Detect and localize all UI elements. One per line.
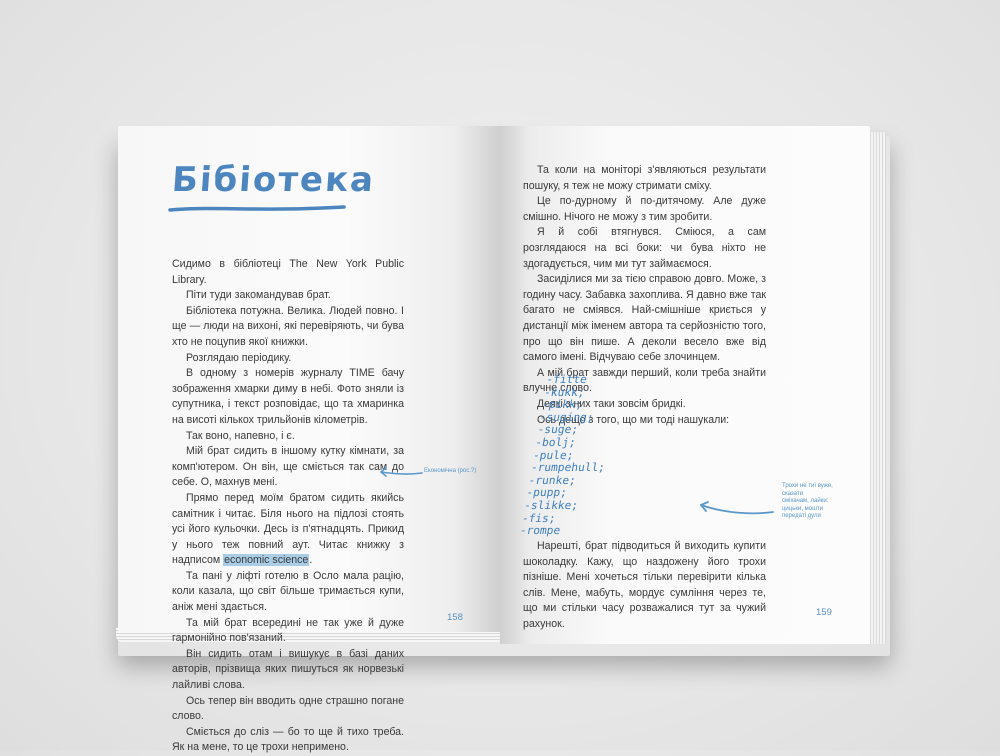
handwritten-word: -bolj; <box>534 435 577 449</box>
left-margin-note: Економічна (рос.?) <box>424 468 477 474</box>
paragraph: Бібліотека потужна. Велика. Людей повно.… <box>172 304 404 351</box>
handwritten-word: -slikke; <box>523 498 580 512</box>
paragraph: Нарешті, брат підводиться й виходить куп… <box>523 539 766 633</box>
title-underline <box>168 205 346 212</box>
paragraph: Та мій брат всередині не так уже й дуже … <box>172 616 404 647</box>
paragraph-text: Сміється до сліз — бо то ще й тихо треба… <box>172 725 404 754</box>
paragraph: Піти туди закомандував брат. <box>172 288 404 304</box>
handwritten-word: -fitte <box>545 373 589 386</box>
paragraph: Він сидить отам і вишукує в базі даних а… <box>172 647 404 694</box>
paragraph: Розглядаю періодику. <box>172 351 404 367</box>
paragraph-text: В одному з номерів журналу TIME бачу зоб… <box>172 367 404 426</box>
paragraph-text: Це по-дурному й по-дитячому. Але дуже см… <box>523 195 766 223</box>
paragraph-text: Я й собі втягнувся. Сміюся, а сам розгля… <box>523 226 766 270</box>
paragraph-text: Так воно, напевно, і є. <box>186 429 295 442</box>
arrow-left-icon <box>700 501 774 515</box>
left-page-body: Сидимо в бібліотеці The New York Public … <box>172 257 404 756</box>
paragraph-text: Мій брат сидить в іншому кутку кімнати, … <box>172 445 404 489</box>
paragraph: Так воно, напевно, і є. <box>172 429 404 445</box>
paragraph-text: Піти туди закомандував брат. <box>186 289 331 302</box>
open-book: Бібіотека Сидимо в бібліотеці The New Yo… <box>0 0 1000 753</box>
paragraph-text: Бібліотека потужна. Велика. Людей повно.… <box>172 304 404 348</box>
paragraph: Засиділися ми за тією справою довго. Мож… <box>523 272 766 366</box>
margin-note-line: Трохи не тиї вуже, сказати <box>782 483 833 497</box>
margin-note-line: передаті дули <box>782 513 821 519</box>
paragraph: Прямо перед моїм братом сидить якийсь са… <box>172 491 404 569</box>
paragraph-text: Ось тепер він вводить одне страшно поган… <box>172 694 404 723</box>
right-page-number: 159 <box>816 607 832 618</box>
paragraph: Мій брат сидить в іншому кутку кімнати, … <box>172 444 404 491</box>
paragraph-text: Та коли на моніторі з'являються результа… <box>523 164 766 192</box>
paragraph-text: Та мій брат всередині не так уже й дуже … <box>172 616 404 645</box>
arrow-left-icon <box>380 467 423 477</box>
right-page-body-bottom: Нарешті, брат підводиться й виходить куп… <box>523 539 766 633</box>
paragraph: В одному з номерів журналу TIME бачу зоб… <box>172 366 404 428</box>
paragraph: Сміється до сліз — бо то ще й тихо треба… <box>172 725 404 756</box>
paragraph-text: Розглядаю періодику. <box>186 351 292 364</box>
right-margin-note: Трохи не тиї вуже, сказати сміхачам, лайк… <box>782 483 840 521</box>
margin-note-line: сміхачам, лайки: <box>782 498 829 504</box>
paragraph: Ось тепер він вводить одне страшно поган… <box>172 694 404 725</box>
paragraph-text: Та пані у ліфті готелю в Осло мала рацію… <box>172 569 404 614</box>
paragraph-text: Сидимо в бібліотеці The New York Public … <box>172 258 404 286</box>
punctuation: . <box>309 554 313 567</box>
paragraph: Я й собі втягнувся. Сміюся, а сам розгля… <box>523 225 766 272</box>
paragraph-text: Він сидить отам і вишукує в базі даних а… <box>172 647 404 692</box>
paragraph: Та коли на моніторі з'являються результа… <box>523 163 766 194</box>
paragraph-text: Нарешті, брат підводиться й виходить куп… <box>523 540 766 630</box>
left-page-number: 158 <box>447 612 463 623</box>
chapter-title: Бібіотека <box>170 160 377 200</box>
handwritten-word: -rumpehull; <box>529 461 607 475</box>
paragraph: Це по-дурному й по-дитячому. Але дуже см… <box>523 194 766 225</box>
paragraph: Та пані у ліфті готелю в Осло мала рацію… <box>172 569 404 616</box>
page-edges-right <box>868 132 886 644</box>
highlighted-phrase: economic science <box>223 554 310 567</box>
handwritten-word: -rompe <box>518 524 562 538</box>
handwritten-word: -pikk; <box>540 398 584 412</box>
paragraph: Сидимо в бібліотеці The New York Public … <box>172 257 404 288</box>
paragraph-text: Засиділися ми за тією справою довго. Мож… <box>523 273 766 364</box>
margin-note-line: цицьки, мошти <box>782 505 824 512</box>
